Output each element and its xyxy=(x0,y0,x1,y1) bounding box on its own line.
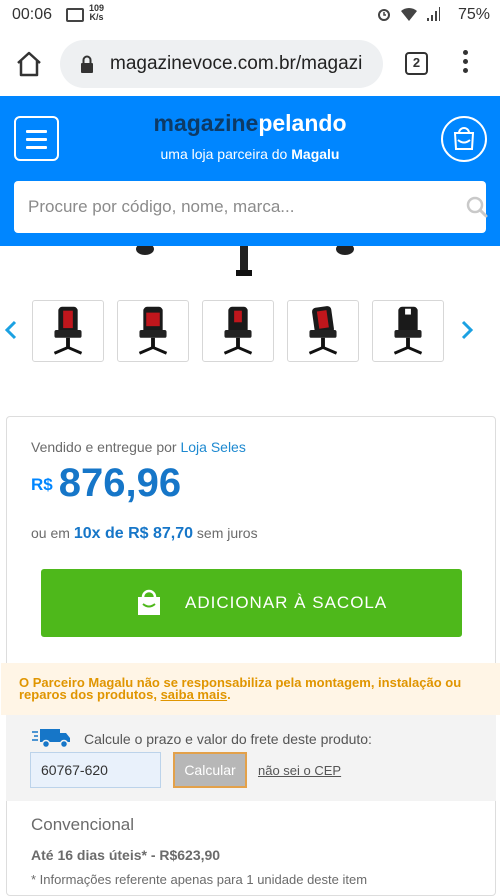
logo-part-1: magazine xyxy=(153,110,259,136)
warning-text: O Parceiro Magalu não se responsabiliza … xyxy=(19,675,489,702)
chevron-left-icon[interactable] xyxy=(4,320,18,340)
add-to-bag-label: ADICIONAR À SACOLA xyxy=(185,593,388,612)
freight-calculator: Calcule o prazo e valor do frete deste p… xyxy=(6,715,496,801)
freight-label: Calcule o prazo e valor do frete deste p… xyxy=(84,731,372,747)
product-thumbnails xyxy=(0,296,500,366)
lock-icon xyxy=(81,55,93,73)
browser-menu-icon[interactable] xyxy=(460,50,470,78)
shipping-method-title: Convencional xyxy=(31,815,135,834)
shopping-bag-button[interactable] xyxy=(441,116,487,162)
price-value: 876,96 xyxy=(58,461,182,505)
speed-unit: K/s xyxy=(89,12,104,22)
site-header: magazinepelando uma loja parceira do Mag… xyxy=(0,96,500,246)
seller-prefix: Vendido e entregue por xyxy=(31,439,181,455)
chevron-right-icon[interactable] xyxy=(460,320,474,340)
warning-message: O Parceiro Magalu não se responsabiliza … xyxy=(19,675,462,702)
tab-switcher-button[interactable]: 2 xyxy=(405,52,428,75)
price-currency: R$ xyxy=(31,475,53,494)
unknown-zip-link[interactable]: não sei o CEP xyxy=(258,763,341,778)
seller-info: Vendido e entregue por Loja Seles xyxy=(31,439,246,455)
search-input[interactable] xyxy=(14,181,444,233)
product-thumbnail[interactable] xyxy=(372,300,444,362)
battery-level: 75% xyxy=(457,6,490,23)
logo-part-2: pelando xyxy=(258,110,347,136)
system-icons xyxy=(376,6,440,23)
calculate-button[interactable]: Calcular xyxy=(173,752,247,788)
learn-more-link[interactable]: saiba mais xyxy=(161,687,228,702)
url-text: magazinevoce.com.br/magazi xyxy=(110,53,363,74)
signal-icon xyxy=(427,7,440,21)
warning-end: . xyxy=(227,687,231,702)
installments-info: ou em 10x de R$ 87,70 sem juros xyxy=(31,525,258,543)
product-price: R$ 876,96 xyxy=(31,461,181,506)
site-logo[interactable]: magazinepelando xyxy=(0,110,500,137)
gaming-chair-image xyxy=(53,306,83,355)
address-bar[interactable]: magazinevoce.com.br/magazi xyxy=(60,40,383,88)
shopping-bag-icon xyxy=(138,589,160,615)
network-icon xyxy=(66,8,84,22)
network-speed: 109 K/s xyxy=(89,4,104,22)
shopping-bag-icon xyxy=(453,127,475,150)
buy-box: Vendido e entregue por Loja Seles R$ 876,… xyxy=(1,416,500,896)
gaming-chair-image xyxy=(138,306,168,355)
search-box xyxy=(14,181,488,233)
product-thumbnail[interactable] xyxy=(202,300,274,362)
status-bar: 00:06 109 K/s 75% xyxy=(0,0,500,32)
gaming-chair-image xyxy=(308,306,338,355)
installment-suffix: sem juros xyxy=(193,525,258,541)
zip-code-input[interactable] xyxy=(30,752,161,788)
browser-toolbar: magazinevoce.com.br/magazi 2 xyxy=(0,32,500,96)
site-tagline: uma loja parceira do Magalu xyxy=(0,146,500,162)
delivery-truck-icon xyxy=(32,729,70,749)
installment-value: 10x de R$ 87,70 xyxy=(73,525,194,542)
gaming-chair-image xyxy=(393,306,423,355)
product-main-image xyxy=(136,246,354,276)
product-thumbnail[interactable] xyxy=(32,300,104,362)
shipping-note: * Informações referente apenas para 1 un… xyxy=(31,872,368,887)
seller-name-link[interactable]: Loja Seles xyxy=(180,439,245,455)
alarm-icon xyxy=(378,9,391,21)
home-icon[interactable] xyxy=(14,50,44,78)
gaming-chair-image xyxy=(223,306,253,355)
shipping-estimate: Até 16 dias úteis* - R$623,90 xyxy=(31,847,221,863)
product-thumbnail[interactable] xyxy=(117,300,189,362)
clock: 00:06 xyxy=(12,6,53,23)
partner-warning: O Parceiro Magalu não se responsabiliza … xyxy=(1,663,500,715)
search-icon[interactable] xyxy=(466,196,488,218)
wifi-icon xyxy=(401,7,418,21)
tagline-prefix: uma loja parceira do xyxy=(160,146,292,162)
installment-prefix: ou em xyxy=(31,525,74,541)
product-thumbnail[interactable] xyxy=(287,300,359,362)
add-to-bag-button[interactable]: ADICIONAR À SACOLA xyxy=(41,569,462,637)
tagline-brand: Magalu xyxy=(291,146,340,162)
